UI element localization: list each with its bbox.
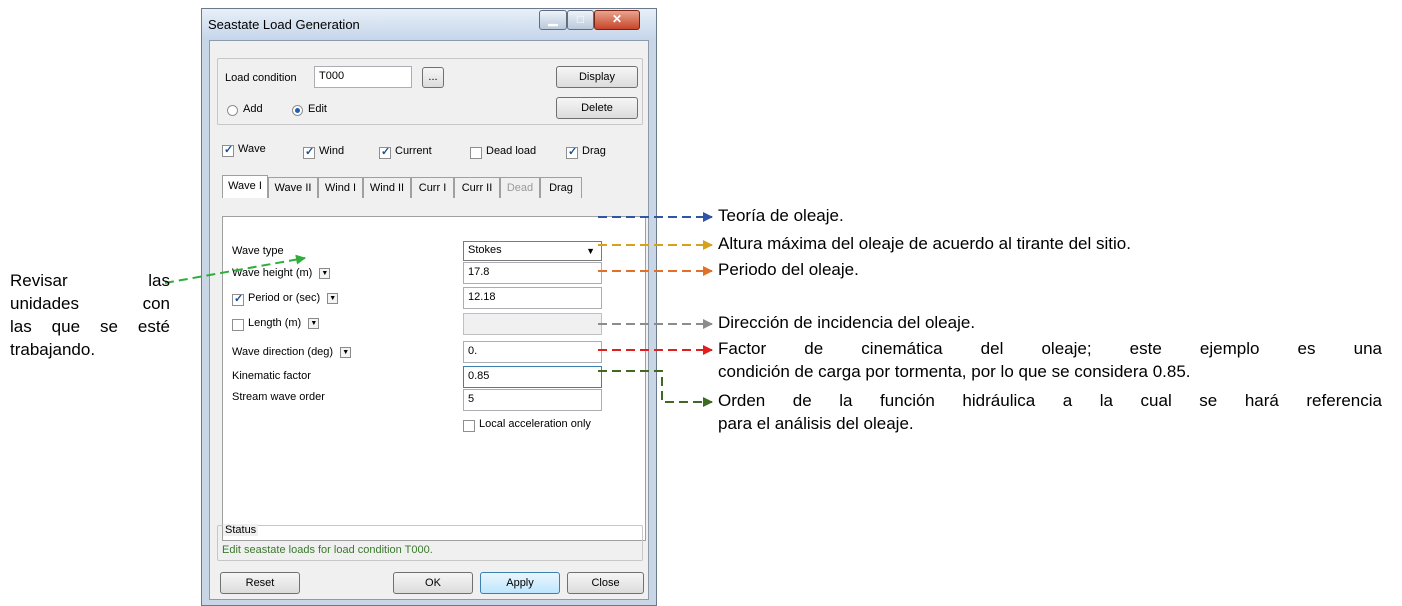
annotation-order-line1: Orden de la función hidráulica a la cual… — [718, 391, 1382, 410]
annotation-period: Periodo del oleaje. — [718, 260, 859, 279]
units-note-line4: trabajando. — [10, 340, 96, 359]
annotation-kinematic-line2: condición de carga por tormenta, por lo … — [718, 362, 1191, 381]
order-arrow — [598, 370, 713, 407]
annotation-order-line2: para el análisis del oleaje. — [718, 414, 914, 433]
units-note-line3: las que se esté — [10, 317, 170, 336]
units-arrow — [164, 254, 306, 284]
annotation-arrows — [164, 212, 713, 407]
annotation-direction: Dirección de incidencia del oleaje. — [718, 313, 976, 332]
annotation-wave-height: Altura máxima del oleaje de acuerdo al t… — [718, 234, 1131, 253]
units-note-line2: unidades con — [10, 294, 170, 313]
annotation-wave-type: Teoría de oleaje. — [718, 206, 844, 225]
units-note-line1: Revisar las — [10, 271, 170, 290]
annotation-kinematic-line1: Factor de cinemática del oleaje; este ej… — [718, 339, 1382, 358]
